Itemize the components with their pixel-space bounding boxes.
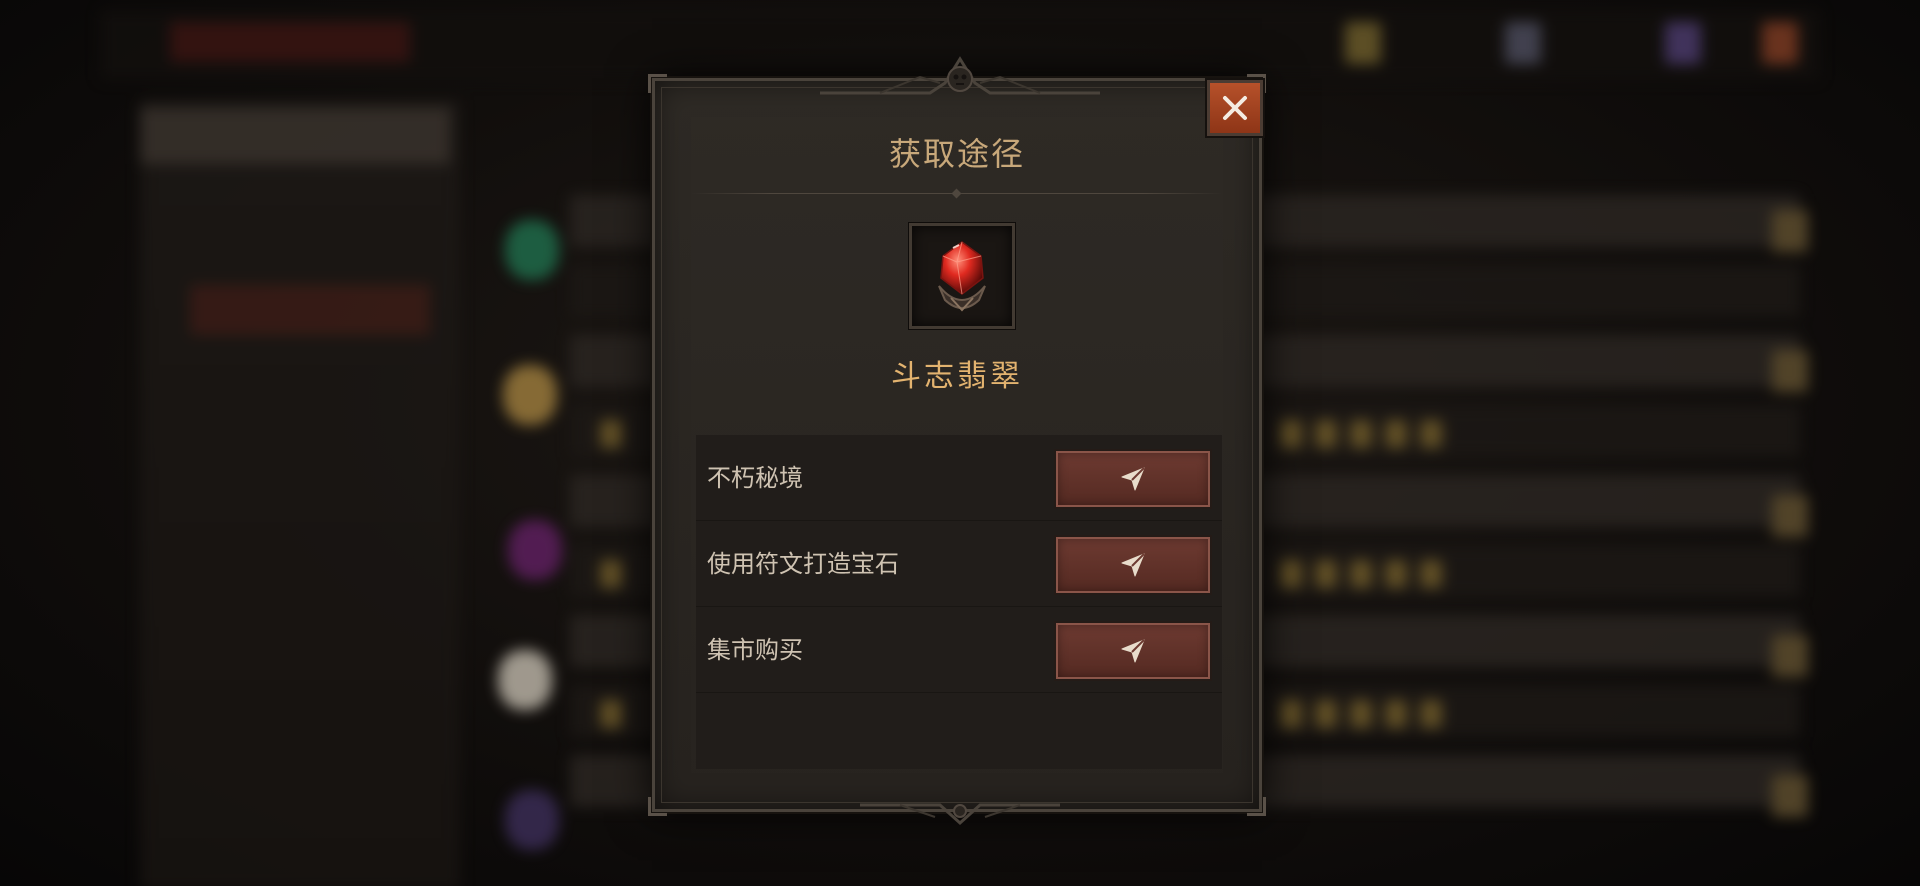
bg-dot [1350,700,1372,728]
bg-dot [1280,700,1302,728]
close-icon [1223,96,1247,120]
bg-dot [1315,560,1337,588]
go-button[interactable] [1056,537,1210,593]
source-label: 使用符文打造宝石 [707,550,899,578]
dialog-title: 获取途径 [888,135,1025,173]
bg-left-tab-active [190,285,430,335]
frame-corner [648,797,667,816]
bg-slot [1772,350,1808,392]
red-gem-icon [938,241,986,312]
bg-slot [1345,22,1381,64]
bg-slot [1772,210,1808,252]
source-label: 不朽秘境 [707,464,803,492]
bg-dot [1315,420,1337,448]
bg-top-bar-highlight [170,22,410,62]
bg-left-panel [140,100,460,886]
source-row: 不朽秘境 [696,435,1222,521]
bg-dot [600,560,622,588]
navigate-arrow-icon [1121,639,1145,663]
bg-gem-icon [498,650,552,710]
bg-dot [1420,420,1442,448]
item-name: 斗志翡翠 [891,359,1023,394]
bg-gem-icon [505,790,559,850]
frame-corner [648,74,667,93]
bg-dot [1420,700,1442,728]
bg-dot [1350,420,1372,448]
title-divider [691,193,1223,194]
navigate-arrow-icon [1121,467,1145,491]
bg-gem-icon [505,220,559,280]
bg-left-tab [140,108,450,164]
bg-dot [600,700,622,728]
go-button[interactable] [1056,623,1210,679]
bg-dot [1385,700,1407,728]
bg-dot [1385,420,1407,448]
source-row: 使用符文打造宝石 [696,521,1222,607]
bg-dot [1385,560,1407,588]
go-button[interactable] [1056,451,1210,507]
bg-dot [1350,560,1372,588]
bg-dot [1420,560,1442,588]
bg-slot [1772,775,1808,817]
frame-corner [1247,797,1266,816]
item-icon-frame [909,223,1015,329]
close-button[interactable] [1207,80,1263,136]
source-row: 集市购买 [696,607,1222,693]
skull-crest-icon [820,56,1100,95]
bg-slot [1505,22,1541,64]
bg-dot [1280,420,1302,448]
crest-ornament-icon [860,803,1060,826]
navigate-arrow-icon [1121,553,1145,577]
acquisition-dialog: 获取途径 斗志翡翠 不朽秘境 使用符文打造宝石 集市购买 [648,56,1266,826]
bg-slot [1772,635,1808,677]
bg-dot [1315,700,1337,728]
bg-gem-icon [508,520,562,580]
bg-dot [1280,560,1302,588]
bg-slot [1665,22,1701,64]
bg-slot [1762,22,1798,64]
source-label: 集市购买 [707,636,803,664]
bg-slot [1772,495,1808,537]
bg-dot [600,420,622,448]
game-screen: 获取途径 斗志翡翠 不朽秘境 使用符文打造宝石 集市购买 [0,0,1920,886]
source-list: 不朽秘境 使用符文打造宝石 集市购买 [696,435,1222,769]
bg-gem-icon [503,365,557,425]
